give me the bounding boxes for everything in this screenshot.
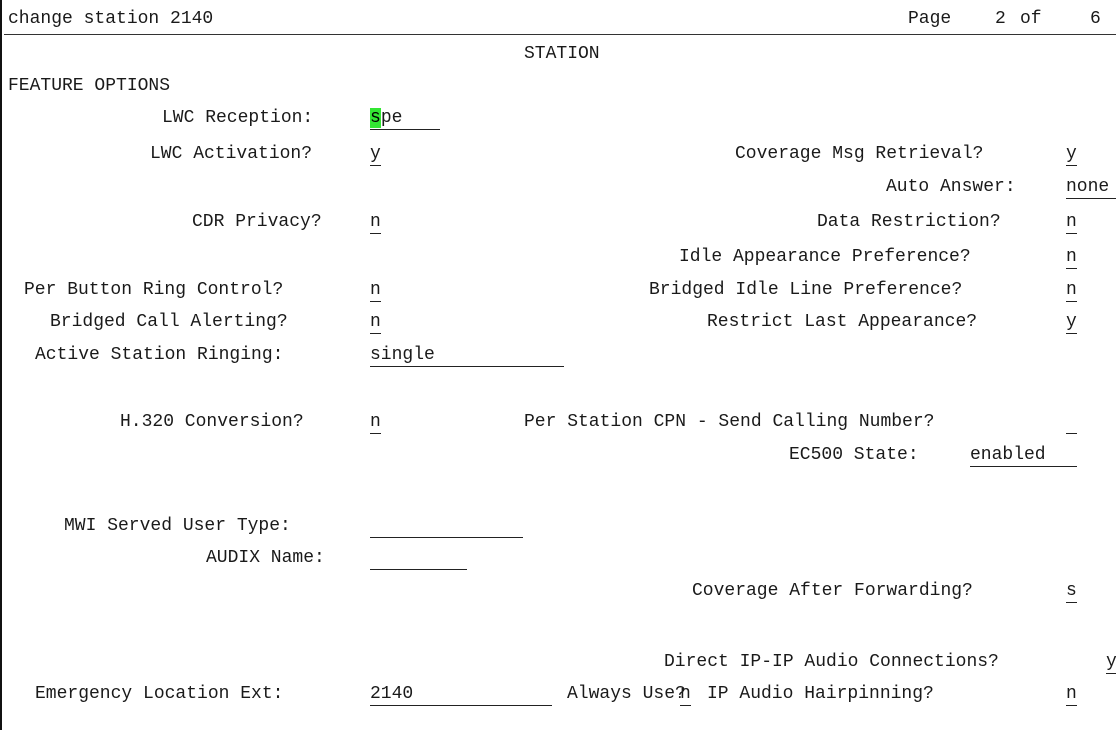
page-label: Page [908, 9, 952, 29]
idle-appearance-field[interactable]: n [1066, 246, 1077, 269]
h320-label: H.320 Conversion? [120, 412, 304, 432]
per-station-cpn-field[interactable] [1066, 411, 1077, 434]
ec500-label: EC500 State: [789, 445, 919, 465]
audix-name-field[interactable] [370, 547, 467, 570]
mwi-served-label: MWI Served User Type: [64, 516, 291, 536]
data-restriction-field[interactable]: n [1066, 211, 1077, 234]
emergency-ext-field[interactable]: 2140 [370, 683, 552, 706]
lwc-activation-label: LWC Activation? [150, 144, 313, 164]
per-button-ring-field[interactable]: n [370, 279, 381, 302]
page-current: 2 [995, 9, 1006, 29]
coverage-after-fwd-label: Coverage After Forwarding? [692, 581, 973, 601]
bridged-call-alerting-label: Bridged Call Alerting? [50, 312, 288, 332]
coverage-after-fwd-field[interactable]: s [1066, 580, 1077, 603]
bridged-idle-label: Bridged Idle Line Preference? [649, 280, 963, 300]
mwi-served-field[interactable] [370, 515, 523, 538]
active-station-ringing-field[interactable]: single [370, 344, 564, 367]
data-restriction-label: Data Restriction? [817, 212, 1001, 232]
per-button-ring-label: Per Button Ring Control? [24, 280, 284, 300]
page-total: 6 [1090, 9, 1101, 29]
direct-ip-label: Direct IP-IP Audio Connections? [664, 652, 999, 672]
active-station-ringing-label: Active Station Ringing: [35, 345, 284, 365]
restrict-last-label: Restrict Last Appearance? [707, 312, 978, 332]
always-use-field[interactable]: n [680, 683, 691, 706]
auto-answer-field[interactable]: none [1066, 176, 1116, 199]
always-use-label: Always Use? [567, 684, 686, 704]
direct-ip-field[interactable]: y [1106, 651, 1116, 674]
h320-field[interactable]: n [370, 411, 381, 434]
ip-hairpin-label: IP Audio Hairpinning? [707, 684, 934, 704]
ec500-field[interactable]: enabled [970, 444, 1077, 467]
lwc-reception-field[interactable]: spe [370, 107, 440, 130]
cdr-privacy-field[interactable]: n [370, 211, 381, 234]
page-of: of [1020, 9, 1042, 29]
per-station-cpn-label: Per Station CPN - Send Calling Number? [524, 412, 935, 432]
emergency-ext-label: Emergency Location Ext: [35, 684, 284, 704]
terminal-screen: change station 2140 Page 2 of 6 STATION … [0, 0, 1116, 730]
section-title: FEATURE OPTIONS [8, 76, 171, 96]
bridged-call-alerting-field[interactable]: n [370, 311, 381, 334]
coverage-msg-label: Coverage Msg Retrieval? [735, 144, 984, 164]
cdr-privacy-label: CDR Privacy? [192, 212, 322, 232]
lwc-reception-label: LWC Reception: [162, 108, 314, 128]
lwc-activation-field[interactable]: y [370, 143, 381, 166]
coverage-msg-field[interactable]: y [1066, 143, 1077, 166]
audix-name-label: AUDIX Name: [206, 548, 325, 568]
restrict-last-field[interactable]: y [1066, 311, 1077, 334]
command-line: change station 2140 [8, 9, 214, 29]
idle-appearance-label: Idle Appearance Preference? [679, 247, 971, 267]
bridged-idle-field[interactable]: n [1066, 279, 1077, 302]
ip-hairpin-field[interactable]: n [1066, 683, 1077, 706]
auto-answer-label: Auto Answer: [886, 177, 1016, 197]
screen-title: STATION [524, 44, 600, 64]
header-separator [4, 34, 1116, 35]
text-cursor: s [370, 108, 381, 128]
